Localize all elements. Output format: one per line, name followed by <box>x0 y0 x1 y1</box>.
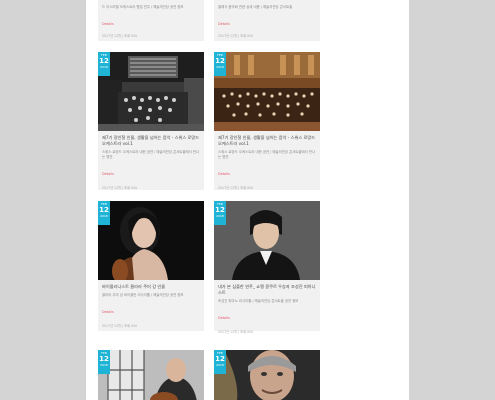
article-card[interactable]: FEB 12 2018 <box>214 350 320 400</box>
article-card[interactable]: 클래식 음악회 관련 상세 내용 / 예술의전당 콘서트홀 Details 20… <box>214 0 320 41</box>
concert-hall-photo[interactable]: FEB 12 2018 <box>98 52 204 131</box>
concert-hall-photo[interactable]: FEB 12 2018 <box>214 52 320 131</box>
card-title[interactable]: 제7기 장인철 인물, 생활을 넘어는 음악 - 스위스 로망드 오케스트라 v… <box>102 135 200 147</box>
pianist-portrait-photo[interactable]: FEB 12 2018 <box>214 201 320 280</box>
badge-year: 2018 <box>100 363 108 367</box>
card-description: 스위스 로망드 오케스트라 내한 공연 / 예술의전당 콘서트홀에서 만나는 명… <box>218 150 316 159</box>
details-link[interactable]: Details <box>102 22 114 26</box>
card-description: 스위스 로망드 오케스트라 내한 공연 / 예술의전당 콘서트홀에서 만나는 명… <box>102 150 200 159</box>
card-title[interactable]: 내가 본 심플한 연주_ 쇼팽 콩쿠르 우승자 조성진 피아니스트 <box>218 284 316 296</box>
card-meta: 2017년 12월 | 조회 000 <box>102 34 138 38</box>
content-page: 드 이스라엘 오케스트라 협업 연주 / 예술의전당 공연 정보 Details… <box>86 0 409 400</box>
violinist-portrait-photo[interactable]: FEB 12 2018 <box>98 201 204 280</box>
card-description: 조성진 피아노 리사이틀 / 예술의전당 콘서트홀 공연 정보 <box>218 299 299 303</box>
badge-year: 2018 <box>216 363 224 367</box>
orchestra-bw-image <box>98 52 204 131</box>
violinist-window-image <box>98 350 204 400</box>
card-meta: 2017년 12월 | 조회 000 <box>218 186 254 190</box>
details-link[interactable]: Details <box>102 172 114 176</box>
card-meta: 2017년 12월 | 조회 000 <box>102 186 138 190</box>
date-badge: FEB 12 2018 <box>98 350 110 374</box>
date-badge: FEB 12 2018 <box>98 52 110 76</box>
violinist-image <box>98 201 204 280</box>
date-badge: FEB 12 2018 <box>98 201 110 225</box>
card-title[interactable]: 바이올리니스트 클라라 주미 강 인물 <box>102 284 200 290</box>
date-badge: FEB 12 2018 <box>214 52 226 76</box>
card-description: 클래식 음악회 관련 상세 내용 / 예술의전당 콘서트홀 <box>218 5 293 9</box>
details-link[interactable]: Details <box>218 172 230 176</box>
violinist-window-photo[interactable]: FEB 12 2018 <box>98 350 204 400</box>
badge-year: 2018 <box>216 65 224 69</box>
conductor-image <box>214 350 320 400</box>
orchestra-color-image <box>214 52 320 131</box>
pianist-image <box>214 201 320 280</box>
card-meta: 2017년 12월 | 조회 000 <box>102 324 138 328</box>
details-link[interactable]: Details <box>218 22 230 26</box>
date-badge: FEB 12 2018 <box>214 201 226 225</box>
article-card[interactable]: FEB 12 2018 바이올리니스트 클라라 주미 강 인물 클라라 주미 강… <box>98 201 204 331</box>
card-description: 클라라 주미 강 바이올린 리사이틀 / 예술의전당 공연 정보 <box>102 293 184 297</box>
article-card[interactable]: FEB 12 2018 제7기 장인철 인물, 생활을 넘어는 음악 - 스위스… <box>214 52 320 190</box>
article-card[interactable]: FEB 12 2018 제7기 장인철 인물, 생활을 넘어는 음악 - 스위스… <box>98 52 204 190</box>
article-card[interactable]: FEB 12 2018 <box>98 350 204 400</box>
details-link[interactable]: Details <box>102 310 114 314</box>
date-badge: FEB 12 2018 <box>214 350 226 374</box>
badge-year: 2018 <box>100 65 108 69</box>
article-card[interactable]: FEB 12 2018 내가 본 심플한 연주_ 쇼팽 콩쿠르 우승자 조성진 … <box>214 201 320 334</box>
card-title[interactable]: 제7기 장인철 인물, 생활을 넘어는 음악 - 스위스 로망드 오케스트라 v… <box>218 135 316 147</box>
card-meta: 2017년 12월 | 조회 000 <box>218 330 254 334</box>
card-meta: 2017년 12월 | 조회 000 <box>218 34 254 38</box>
card-description: 드 이스라엘 오케스트라 협업 연주 / 예술의전당 공연 정보 <box>102 5 184 9</box>
badge-year: 2018 <box>100 214 108 218</box>
article-card[interactable]: 드 이스라엘 오케스트라 협업 연주 / 예술의전당 공연 정보 Details… <box>98 0 204 41</box>
details-link[interactable]: Details <box>218 316 230 320</box>
badge-year: 2018 <box>216 214 224 218</box>
conductor-portrait-photo[interactable]: FEB 12 2018 <box>214 350 320 400</box>
